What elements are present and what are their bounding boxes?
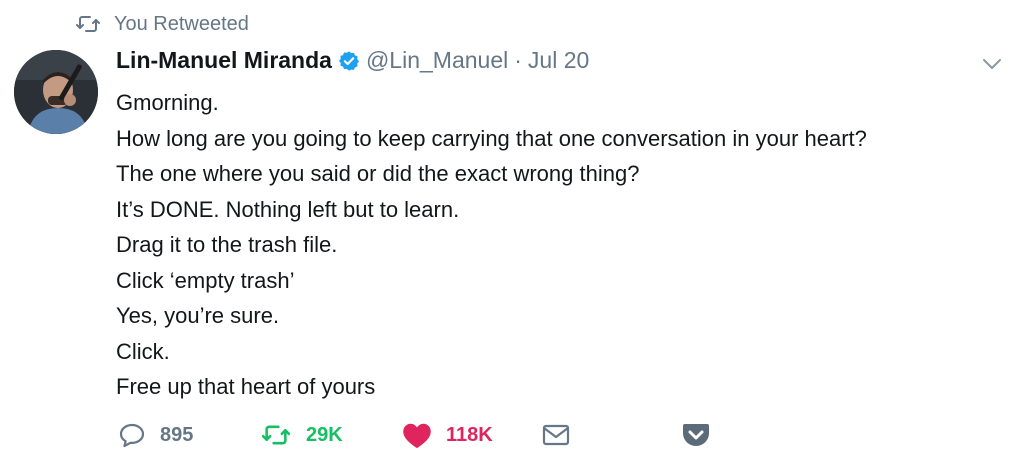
chevron-down-icon[interactable]	[980, 52, 1004, 76]
tweet-date[interactable]: Jul 20	[528, 47, 589, 74]
like-count: 118K	[446, 423, 493, 446]
envelope-icon	[542, 424, 570, 446]
heart-icon	[403, 423, 431, 449]
tweet-header: Lin-Manuel Miranda @Lin_Manuel · Jul 20	[116, 47, 589, 74]
pocket-button[interactable]	[682, 418, 710, 452]
reply-count: 895	[160, 423, 194, 446]
retweet-button[interactable]: 29K	[260, 418, 343, 452]
retweet-count: 29K	[306, 423, 343, 446]
header-separator: ·	[514, 47, 522, 73]
tweet-line: Gmorning.	[116, 90, 219, 115]
verified-badge-icon	[338, 50, 359, 71]
retweet-icon	[261, 425, 291, 445]
tweet-line: It’s DONE. Nothing left but to learn.	[116, 196, 460, 222]
tweet-line: The one where you said or did the exact …	[116, 161, 640, 186]
context-label: You Retweeted	[114, 12, 249, 35]
tweet-line: Click ‘empty trash’	[116, 267, 295, 293]
author-name[interactable]: Lin-Manuel Miranda	[116, 47, 332, 74]
tweet-line: Drag it to the trash file.	[116, 232, 338, 257]
avatar-image	[14, 50, 98, 134]
like-button[interactable]: 118K	[402, 418, 493, 452]
retweet-icon	[76, 16, 100, 32]
avatar[interactable]	[14, 50, 98, 134]
direct-message-button[interactable]	[542, 418, 570, 452]
reply-icon	[119, 423, 145, 448]
tweet-line: Click.	[116, 338, 170, 364]
reply-button[interactable]: 895	[118, 418, 193, 452]
tweet-line: How long are you going to keep carrying …	[116, 125, 867, 151]
pocket-icon	[683, 424, 709, 446]
retweet-context: You Retweeted	[76, 12, 249, 36]
tweet-line: Yes, you’re sure.	[116, 303, 280, 328]
tweet-text: Gmorning. How long are you going to keep…	[116, 85, 996, 405]
tweet-line: Free up that heart of yours	[116, 374, 376, 399]
author-handle[interactable]: @Lin_Manuel	[366, 47, 508, 74]
tweet-actions: 895 29K 118K	[118, 418, 718, 452]
